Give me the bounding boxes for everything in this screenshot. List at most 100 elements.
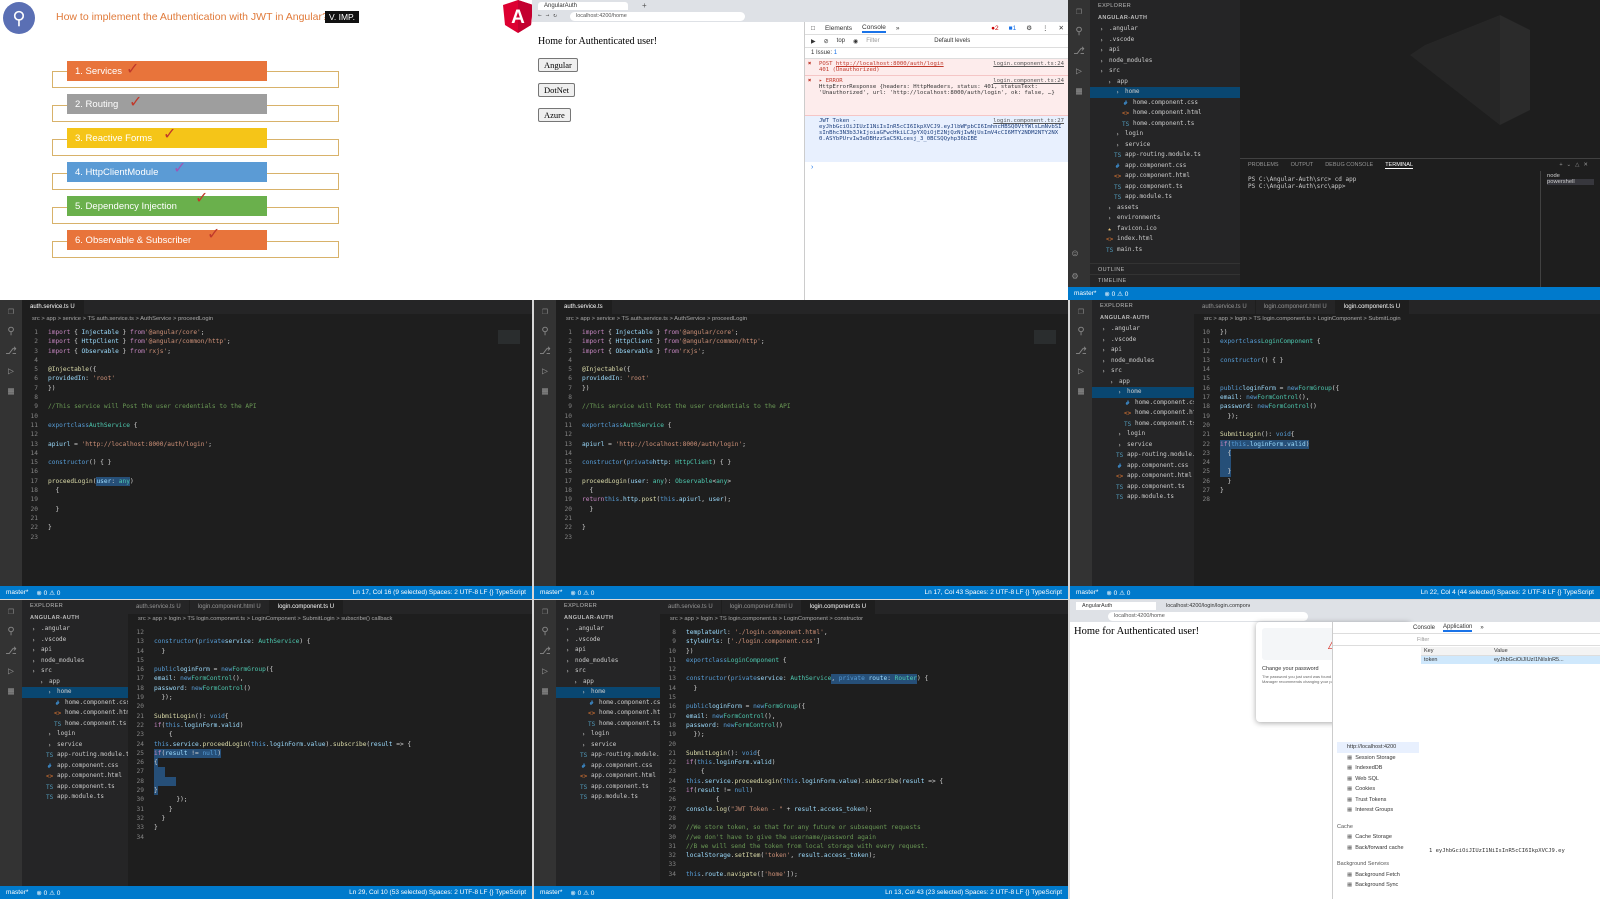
tree-item[interactable]: › login bbox=[22, 729, 128, 740]
problems-indicator[interactable]: ⊗ 0 ⚠ 0 bbox=[570, 889, 594, 897]
tree-item[interactable]: TS app.module.ts bbox=[22, 792, 128, 803]
source-control-icon[interactable]: ⎇ bbox=[539, 346, 551, 357]
search-icon[interactable]: ⚲ bbox=[7, 626, 14, 637]
devtools-tree-item[interactable]: ▦ Interest Groups bbox=[1337, 805, 1419, 816]
devtools-tab-console[interactable]: Console bbox=[1413, 625, 1435, 631]
tree-item[interactable]: › api bbox=[556, 645, 660, 656]
storage-filter-input[interactable]: Filter bbox=[1333, 634, 1600, 646]
editor-tab-auth-service[interactable]: auth.service.ts bbox=[556, 300, 612, 314]
address-bar[interactable]: localhost:4200/home bbox=[1108, 612, 1308, 621]
tree-item[interactable]: <>home.component.html bbox=[556, 708, 660, 719]
panel-tab-terminal[interactable]: TERMINAL bbox=[1385, 162, 1413, 169]
devtools-tab-elements[interactable]: Elements bbox=[825, 25, 852, 32]
tree-item[interactable]: # home.component.css bbox=[22, 698, 128, 709]
tree-item[interactable]: › node_modules bbox=[1092, 356, 1194, 367]
tree-item[interactable]: TSapp-routing.module.ts bbox=[1092, 450, 1194, 461]
tree-item[interactable]: TS home.component.ts bbox=[1090, 119, 1240, 130]
more-tabs-icon[interactable]: » bbox=[1480, 625, 1483, 631]
project-root[interactable]: ANGULAR-AUTH bbox=[1092, 312, 1194, 324]
tree-item[interactable]: # app.component.css bbox=[22, 761, 128, 772]
tree-item[interactable]: TS app.component.ts bbox=[1092, 482, 1194, 493]
run-debug-icon[interactable]: ▷ bbox=[1078, 366, 1084, 377]
tree-item[interactable]: # app.component.css bbox=[1092, 461, 1194, 472]
source-control-icon[interactable]: ⎇ bbox=[1073, 46, 1085, 57]
tree-item[interactable]: › src bbox=[22, 666, 128, 677]
branch-indicator[interactable]: master* bbox=[1074, 290, 1096, 297]
tree-item[interactable]: › home bbox=[1092, 387, 1194, 398]
inspect-icon[interactable]: □ bbox=[811, 25, 815, 32]
tree-item[interactable]: › src bbox=[556, 666, 660, 677]
extensions-icon[interactable]: ▦ bbox=[542, 386, 548, 397]
tree-item[interactable]: › .vscode bbox=[556, 635, 660, 646]
tree-item[interactable]: › node_modules bbox=[22, 656, 128, 667]
tree-item[interactable]: › app bbox=[22, 677, 128, 688]
project-root[interactable]: ANGULAR-AUTH bbox=[1090, 12, 1240, 24]
search-icon[interactable]: ⚲ bbox=[541, 326, 548, 337]
tree-item[interactable]: › .angular bbox=[1092, 324, 1194, 335]
files-icon[interactable]: ❐ bbox=[8, 306, 14, 317]
search-icon[interactable]: ⚲ bbox=[1075, 26, 1082, 37]
search-icon[interactable]: ⚲ bbox=[1077, 326, 1084, 337]
console-filter-input[interactable]: Filter bbox=[866, 38, 926, 44]
tree-item[interactable]: › service bbox=[1092, 440, 1194, 451]
files-icon[interactable]: ❐ bbox=[542, 306, 548, 317]
extensions-icon[interactable]: ▦ bbox=[1076, 86, 1082, 97]
dotnet-button[interactable]: DotNet bbox=[538, 83, 576, 97]
close-icon[interactable]: ✕ bbox=[1059, 24, 1068, 32]
tree-item[interactable]: TS home.component.ts bbox=[556, 719, 660, 730]
browser-tab[interactable]: AngularAuth bbox=[1076, 602, 1156, 610]
terminal-line[interactable]: PS C:\Angular-Auth\src\app> bbox=[1248, 183, 1532, 190]
panel-tab-debug-console[interactable]: DEBUG CONSOLE bbox=[1325, 162, 1373, 169]
tree-item[interactable]: › .vscode bbox=[1092, 335, 1194, 346]
code-editor[interactable]: auth.service.ts src > app > service > TS… bbox=[556, 300, 1068, 586]
files-icon[interactable]: ❐ bbox=[1076, 6, 1082, 17]
tree-item[interactable]: # home.component.css bbox=[1092, 398, 1194, 409]
search-icon[interactable]: ⚲ bbox=[541, 626, 548, 637]
tree-item[interactable]: › .angular bbox=[22, 624, 128, 635]
devtools-tab-application[interactable]: Application bbox=[1443, 624, 1473, 632]
devtools-tree-item[interactable]: ▦ Cookies bbox=[1337, 784, 1419, 795]
editor-tab-login-html[interactable]: login.component.html U bbox=[1256, 300, 1336, 314]
sidebar-toggle-icon[interactable]: ▶ bbox=[811, 38, 816, 45]
tree-item[interactable]: › environments bbox=[1090, 213, 1240, 224]
more-tabs-icon[interactable]: » bbox=[896, 25, 900, 32]
branch-indicator[interactable]: master* bbox=[6, 589, 28, 596]
cursor-status[interactable]: Ln 17, Col 43 Spaces: 2 UTF-8 LF {} Type… bbox=[924, 589, 1062, 596]
tree-item[interactable]: <> index.html bbox=[1090, 234, 1240, 245]
tree-item[interactable]: TSapp-routing.module.ts bbox=[22, 750, 128, 761]
tree-item[interactable]: TS app.component.ts bbox=[22, 782, 128, 793]
devtools-tree-item[interactable]: ▦ Cache Storage bbox=[1337, 832, 1419, 843]
devtools-tree-item[interactable]: ▦ Web SQL bbox=[1337, 774, 1419, 785]
context-select[interactable]: top bbox=[837, 38, 845, 44]
tree-item[interactable]: <>home.component.html bbox=[1092, 408, 1194, 419]
editor-tab-login-html[interactable]: login.component.html U bbox=[722, 600, 802, 614]
tree-item[interactable]: › service bbox=[1090, 140, 1240, 151]
tree-item[interactable]: TS main.ts bbox=[1090, 245, 1240, 256]
tree-item[interactable]: › src bbox=[1092, 366, 1194, 377]
editor-tab-auth-service[interactable]: auth.service.ts U bbox=[1194, 300, 1256, 314]
problems-indicator[interactable]: ⊗ 0 ⚠ 0 bbox=[570, 589, 594, 597]
source-control-icon[interactable]: ⎇ bbox=[5, 646, 17, 657]
files-icon[interactable]: ❐ bbox=[542, 606, 548, 617]
tree-item[interactable]: › .angular bbox=[1090, 24, 1240, 35]
storage-row[interactable]: token eyJhbGciOiJIUzI1NiIsInR5... bbox=[1421, 656, 1600, 664]
code-editor[interactable]: auth.service.ts U login.component.html U… bbox=[128, 600, 532, 886]
extensions-icon[interactable]: ▦ bbox=[8, 686, 14, 697]
tree-item[interactable]: › app bbox=[556, 677, 660, 688]
tree-item[interactable]: › home bbox=[556, 687, 660, 698]
tree-item[interactable]: TS app.module.ts bbox=[556, 792, 660, 803]
tree-item[interactable]: TS home.component.ts bbox=[1092, 419, 1194, 430]
branch-indicator[interactable]: master* bbox=[540, 589, 562, 596]
problems-indicator[interactable]: ⊗ 0 ⚠ 0 bbox=[1104, 290, 1128, 298]
manage-gear-icon[interactable]: ⚙ bbox=[1072, 271, 1078, 282]
browser-tab[interactable]: AngularAuth bbox=[538, 2, 628, 10]
panel-actions-icon[interactable]: +⌄△✕ bbox=[1559, 162, 1592, 169]
branch-indicator[interactable]: master* bbox=[6, 889, 28, 896]
column-key-header[interactable]: Key bbox=[1421, 647, 1491, 655]
source-control-icon[interactable]: ⎇ bbox=[539, 646, 551, 657]
tree-item[interactable]: TS app.component.ts bbox=[556, 782, 660, 793]
account-icon[interactable]: ☺ bbox=[1072, 249, 1078, 260]
settings-gear-icon[interactable]: ⚙ bbox=[1026, 24, 1032, 32]
tree-item[interactable]: TS app.module.ts bbox=[1092, 492, 1194, 503]
tree-item[interactable]: › assets bbox=[1090, 203, 1240, 214]
